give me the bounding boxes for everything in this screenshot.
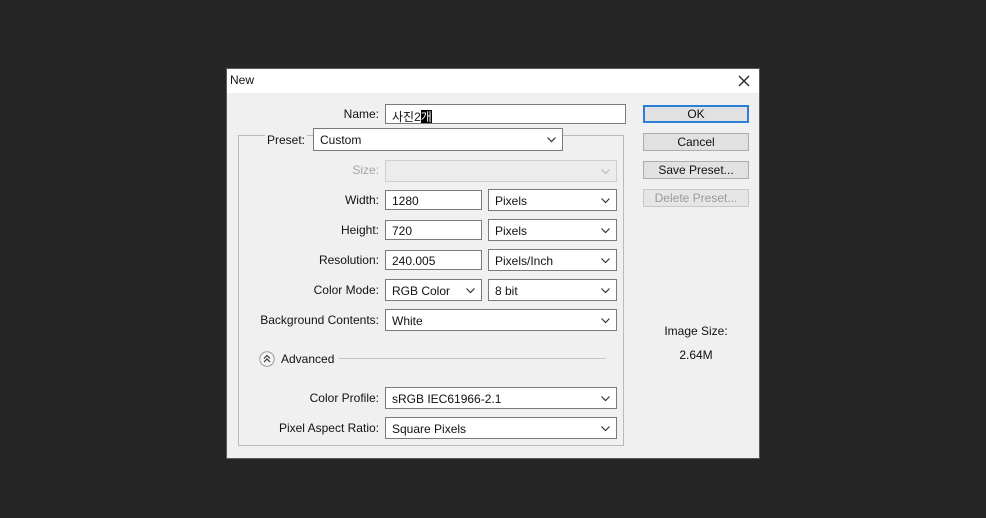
height-unit-select[interactable]: Pixels <box>488 219 617 241</box>
resolution-label: Resolution: <box>318 253 379 267</box>
color-mode-select[interactable]: RGB Color <box>385 279 482 301</box>
preset-value: Custom <box>320 133 362 147</box>
bit-depth-value: 8 bit <box>495 284 518 298</box>
chevron-down-icon <box>546 134 557 145</box>
background-contents-value: White <box>392 314 423 328</box>
image-size-label: Image Size: <box>664 324 728 338</box>
chevron-down-icon <box>600 255 611 266</box>
width-unit-select[interactable]: Pixels <box>488 189 617 211</box>
dialog-title: New <box>230 73 255 87</box>
advanced-label: Advanced <box>281 352 335 366</box>
ok-button[interactable]: OK <box>643 105 749 123</box>
collapse-up-icon[interactable] <box>259 351 275 367</box>
image-size-value: 2.64M <box>679 348 713 362</box>
pixel-aspect-ratio-select[interactable]: Square Pixels <box>385 417 617 439</box>
name-label: Name: <box>343 107 379 121</box>
delete-preset-button: Delete Preset... <box>643 189 749 207</box>
size-select <box>385 160 617 182</box>
height-input[interactable]: 720 <box>385 220 482 240</box>
color-profile-value: sRGB IEC61966-2.1 <box>392 392 502 406</box>
advanced-divider <box>339 358 606 359</box>
title-bar: New <box>227 69 759 93</box>
color-profile-select[interactable]: sRGB IEC61966-2.1 <box>385 387 617 409</box>
close-icon[interactable] <box>729 69 759 93</box>
new-document-dialog: New Name: 사진2개 Preset: Custom Size: Widt… <box>226 68 760 459</box>
preset-label: Preset: <box>264 133 307 147</box>
chevron-down-icon <box>600 285 611 296</box>
background-contents-select[interactable]: White <box>385 309 617 331</box>
height-label: Height: <box>340 223 379 237</box>
color-mode-label: Color Mode: <box>313 283 379 297</box>
width-unit-value: Pixels <box>495 194 528 208</box>
cancel-button[interactable]: Cancel <box>643 133 749 151</box>
chevron-down-icon <box>600 195 611 206</box>
width-label: Width: <box>344 193 379 207</box>
resolution-unit-value: Pixels/Inch <box>495 254 554 268</box>
chevron-down-icon <box>600 225 611 236</box>
pixel-aspect-ratio-value: Square Pixels <box>392 422 467 436</box>
height-unit-value: Pixels <box>495 224 528 238</box>
resolution-input[interactable]: 240.005 <box>385 250 482 270</box>
size-label: Size: <box>352 163 379 177</box>
chevron-down-icon <box>600 393 611 404</box>
background-contents-label: Background Contents: <box>260 313 379 327</box>
chevron-down-icon <box>465 285 476 296</box>
chevron-down-icon <box>600 423 611 434</box>
name-field[interactable]: 사진2개 <box>385 104 626 124</box>
preset-select[interactable]: Custom <box>313 128 563 151</box>
name-value: 사진2 <box>392 110 421 124</box>
resolution-unit-select[interactable]: Pixels/Inch <box>488 249 617 271</box>
chevron-down-icon <box>600 315 611 326</box>
pixel-aspect-ratio-label: Pixel Aspect Ratio: <box>278 421 379 435</box>
color-mode-value: RGB Color <box>392 284 451 298</box>
width-input[interactable]: 1280 <box>385 190 482 210</box>
chevron-down-icon <box>600 166 611 177</box>
bit-depth-select[interactable]: 8 bit <box>488 279 617 301</box>
save-preset-button[interactable]: Save Preset... <box>643 161 749 179</box>
color-profile-label: Color Profile: <box>309 391 379 405</box>
name-selected-text: 개 <box>420 110 432 124</box>
